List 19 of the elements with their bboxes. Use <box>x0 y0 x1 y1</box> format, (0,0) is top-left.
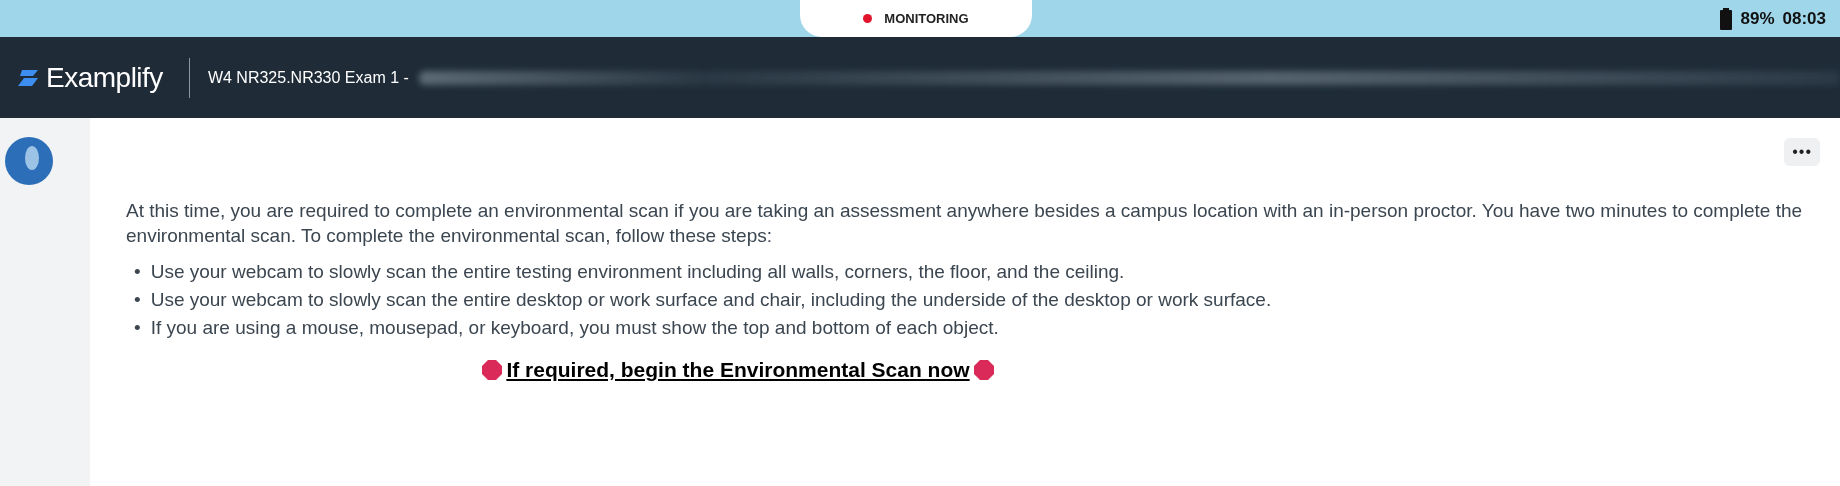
avatar-icon <box>4 136 54 186</box>
step-item: Use your webcam to slowly scan the entire desktop or work surface and chair, including the underside of the desktop or work surface. <box>150 288 1272 312</box>
exam-title: W4 NR325.NR330 Exam 1 - <box>207 67 409 88</box>
recording-dot-icon <box>863 14 873 23</box>
stop-sign-icon <box>482 359 503 380</box>
clock-time: 08:03 <box>1782 7 1826 30</box>
environmental-scan-link[interactable]: If required, begin the Environmental Scan now <box>506 354 970 386</box>
battery-icon <box>1720 7 1733 30</box>
monitoring-label: MONITORING <box>884 9 969 28</box>
bullet-marker: • <box>134 316 141 340</box>
more-menu-button[interactable]: ••• <box>1784 138 1820 166</box>
step-item: If you are using a mouse, mousepad, or keyboard, you must show the top and bottom of each object. <box>150 316 999 340</box>
app-logo: Examplify <box>46 60 163 95</box>
battery-percent: 89% <box>1740 7 1775 30</box>
bullet-marker: • <box>134 260 141 284</box>
stop-sign-icon <box>973 359 994 380</box>
step-item: Use your webcam to slowly scan the entire testing environment including all walls, corners, the floor, and the ceiling. <box>150 260 1125 284</box>
instructions-paragraph: At this time, you are required to complete an environmental scan if you are taking an assessment anywhere besides a campus location with an in-person proctor. You have two minutes to complete the environmental scan. To complete the environmental scan, follow these steps: <box>126 199 1804 248</box>
bullet-marker: • <box>134 288 141 312</box>
